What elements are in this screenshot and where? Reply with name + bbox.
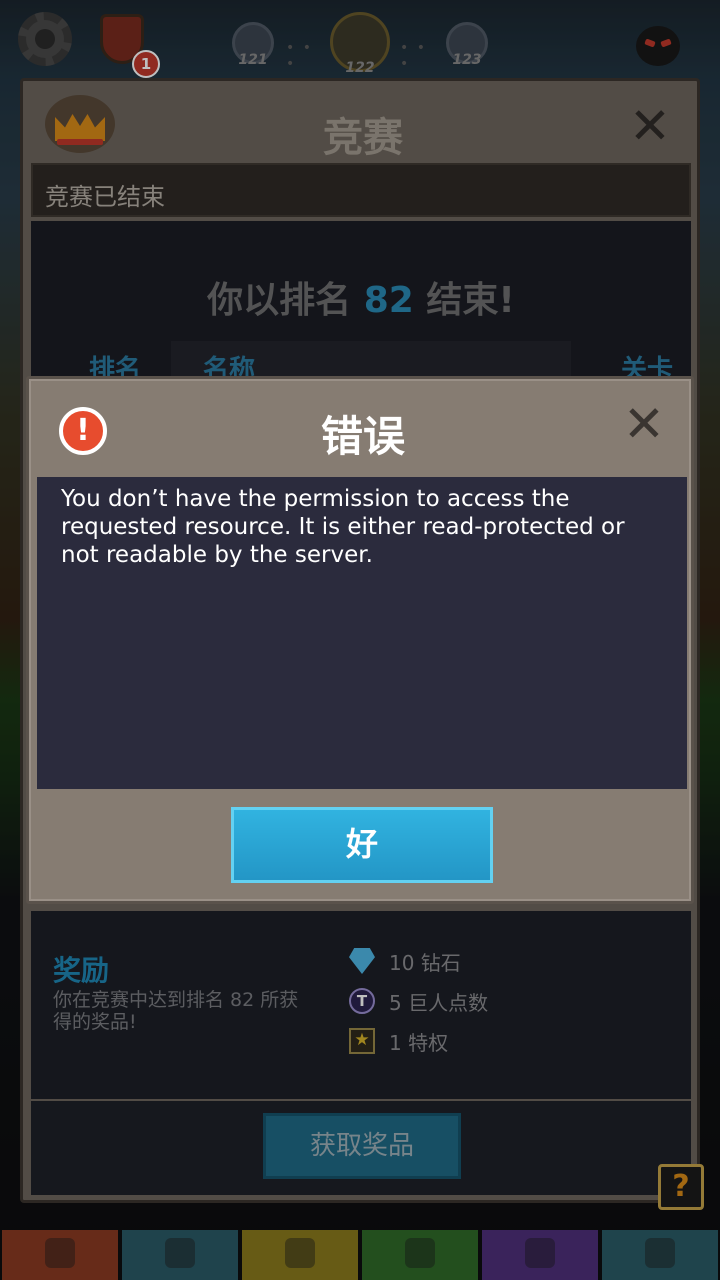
ok-button[interactable]: 好 [231,807,493,883]
error-message: You don’t have the permission to access … [61,486,625,568]
message-box: You don’t have the permission to access … [37,477,687,789]
error-dialog: ! 错误 ✕ You don’t have the permission to … [26,376,694,904]
close-icon[interactable]: ✕ [621,399,667,449]
dialog-title: 错误 [320,412,405,461]
